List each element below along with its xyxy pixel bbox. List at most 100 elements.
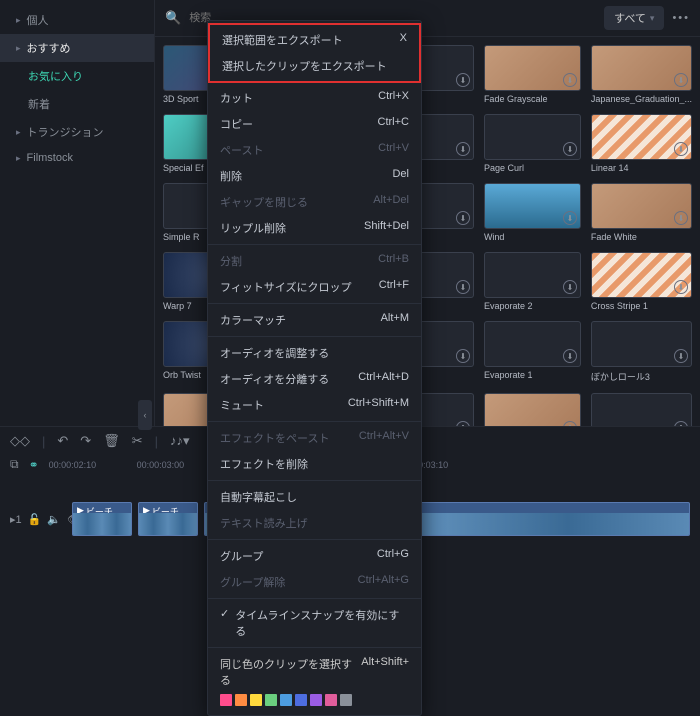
thumbnail-image: ⬇ (484, 45, 581, 91)
context-item-label: グループ解除 (220, 574, 285, 590)
download-icon[interactable]: ⬇ (674, 421, 688, 426)
context-item-shortcut: Ctrl+Alt+V (359, 430, 409, 446)
context-item[interactable]: 削除Del (208, 163, 421, 189)
download-icon[interactable]: ⬇ (674, 280, 688, 294)
download-icon[interactable]: ⬇ (563, 280, 577, 294)
mute-icon[interactable]: 🔈 (47, 513, 61, 526)
sidebar-item[interactable]: ▸個人 (0, 6, 154, 34)
context-item[interactable]: フィットサイズにクロップCtrl+F (208, 274, 421, 300)
context-highlight: 選択範囲をエクスポートX選択したクリップをエクスポート (208, 23, 421, 83)
download-icon[interactable]: ⬇ (456, 421, 470, 426)
context-item-label: コピー (220, 116, 253, 132)
download-icon[interactable]: ⬇ (674, 73, 688, 87)
download-icon[interactable]: ⬇ (456, 280, 470, 294)
sidebar-item[interactable]: ▸Filmstock (0, 146, 154, 170)
thumbnail[interactable]: ⬇ (484, 393, 581, 426)
download-icon[interactable]: ⬇ (674, 142, 688, 156)
thumbnail[interactable]: ⬇Wind (484, 183, 581, 242)
check-icon: ✓ (220, 607, 229, 639)
sidebar-item[interactable]: ▸トランジション (0, 118, 154, 146)
clip[interactable]: ▶ ビーチ (138, 502, 198, 536)
thumbnail[interactable]: ⬇Japanese_Graduation_... (591, 45, 692, 104)
thumbnail-image: ⬇ (484, 252, 581, 298)
thumbnail-label: Page Curl (484, 163, 581, 173)
download-icon[interactable]: ⬇ (456, 349, 470, 363)
collapse-sidebar-button[interactable]: ‹ (138, 400, 152, 430)
color-swatch[interactable] (220, 694, 232, 706)
thumbnail[interactable]: ⬇ (591, 393, 692, 426)
thumbnail[interactable]: ⬇Evaporate 1 (484, 321, 581, 383)
download-icon[interactable]: ⬇ (456, 142, 470, 156)
chevron-right-icon: ▸ (16, 153, 21, 164)
context-item[interactable]: エフェクトを削除 (208, 451, 421, 477)
color-swatch[interactable] (325, 694, 337, 706)
context-item: エフェクトをペーストCtrl+Alt+V (208, 425, 421, 451)
context-item[interactable]: 選択範囲をエクスポートX (210, 27, 419, 53)
layers-icon[interactable]: ⧉ (10, 457, 19, 472)
track-toggle-icon[interactable]: ▸1 (10, 513, 22, 526)
context-item[interactable]: ミュートCtrl+Shift+M (208, 392, 421, 418)
download-icon[interactable]: ⬇ (674, 349, 688, 363)
sidebar-item[interactable]: ▸おすすめ (0, 34, 154, 62)
context-item[interactable]: オーディオを分離するCtrl+Alt+D (208, 366, 421, 392)
cut-icon[interactable]: ✂ (132, 433, 143, 449)
context-item[interactable]: 選択したクリップをエクスポート (210, 53, 419, 79)
thumbnail[interactable]: ⬇ Page Curl (484, 114, 581, 173)
context-item[interactable]: コピーCtrl+C (208, 111, 421, 137)
thumbnail[interactable]: ⬇Evaporate 2 (484, 252, 581, 311)
context-item[interactable]: リップル削除Shift+Del (208, 215, 421, 241)
download-icon[interactable]: ⬇ (563, 73, 577, 87)
download-icon[interactable]: ⬇ (674, 211, 688, 225)
context-item-shortcut: Del (392, 168, 409, 184)
clip-label: ビーチ (152, 505, 179, 518)
undo-icon[interactable]: ↶ (57, 433, 68, 449)
context-item[interactable]: グループCtrl+G (208, 543, 421, 569)
context-snap-toggle[interactable]: ✓タイムラインスナップを有効にする (208, 602, 421, 644)
color-swatch[interactable] (295, 694, 307, 706)
play-icon: ▶ (143, 505, 150, 516)
color-swatch[interactable] (340, 694, 352, 706)
download-icon[interactable]: ⬇ (563, 211, 577, 225)
context-item[interactable]: 自動字幕起こし (208, 484, 421, 510)
thumbnail-image: ⬇ (591, 393, 692, 426)
color-swatch[interactable] (280, 694, 292, 706)
lock-icon[interactable]: 🔓 (28, 513, 42, 526)
download-icon[interactable]: ⬇ (456, 73, 470, 87)
color-swatch[interactable] (235, 694, 247, 706)
thumbnail[interactable]: ⬇Fade White (591, 183, 692, 242)
download-icon[interactable]: ⬇ (563, 349, 577, 363)
keyframe-icon[interactable]: ◇◇ (10, 433, 30, 449)
download-icon[interactable]: ⬇ (563, 142, 577, 156)
context-item[interactable]: カットCtrl+X (208, 85, 421, 111)
thumbnail[interactable]: ⬇Linear 14 (591, 114, 692, 173)
color-swatch[interactable] (265, 694, 277, 706)
color-swatch[interactable] (250, 694, 262, 706)
thumbnail[interactable]: ⬇ぼかしロール3 (591, 321, 692, 383)
clip[interactable]: ▶ ビーチ (72, 502, 132, 536)
color-swatch[interactable] (310, 694, 322, 706)
context-item[interactable]: オーディオを調整する (208, 340, 421, 366)
sidebar-item[interactable]: 新着 (0, 90, 154, 118)
context-snap-label: タイムラインスナップを有効にする (235, 607, 409, 639)
filter-label: すべて (614, 10, 646, 26)
delete-icon[interactable]: 🗑 (103, 433, 120, 449)
link-icon[interactable]: ⚭ (29, 458, 39, 472)
context-item-label: テキスト読み上げ (220, 515, 308, 531)
context-separator (208, 303, 421, 304)
download-icon[interactable]: ⬇ (563, 421, 577, 426)
context-item-label: リップル削除 (220, 220, 286, 236)
download-icon[interactable]: ⬇ (456, 211, 470, 225)
context-separator (208, 598, 421, 599)
thumbnail-image: ⬇ (591, 321, 692, 367)
more-icon[interactable]: ••• (672, 12, 690, 24)
context-item[interactable]: カラーマッチAlt+M (208, 307, 421, 333)
filter-dropdown[interactable]: すべて ▾ (604, 6, 664, 30)
thumbnail[interactable]: ⬇Fade Grayscale (484, 45, 581, 104)
thumbnail[interactable]: ⬇Cross Stripe 1 (591, 252, 692, 311)
music-icon[interactable]: ♪♪▾ (170, 433, 190, 449)
sidebar-item[interactable]: お気に入り (0, 62, 154, 90)
thumbnail-image: ⬇ (484, 183, 581, 229)
context-item-label: フィットサイズにクロップ (220, 279, 351, 295)
redo-icon[interactable]: ↷ (80, 433, 91, 449)
context-item-label: グループ (220, 548, 263, 564)
